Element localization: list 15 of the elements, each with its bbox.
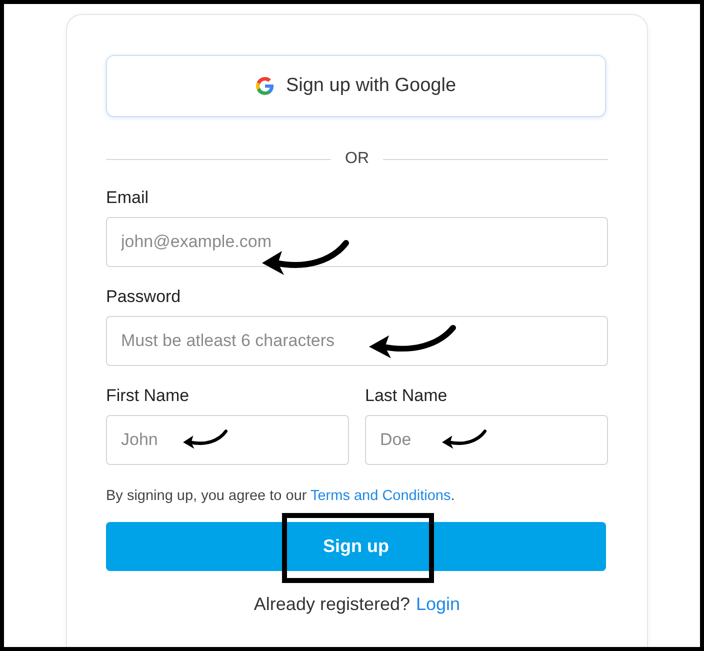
divider-label: OR <box>345 150 369 168</box>
terms-text: By signing up, you agree to our Terms and Conditions. <box>106 488 456 504</box>
input-field[interactable]: Must be atleast 6 characters <box>106 316 608 366</box>
field-label: First Name <box>106 386 190 406</box>
terms-link[interactable]: Terms and Conditions <box>310 488 451 504</box>
field-label: Email <box>106 188 150 208</box>
input-field[interactable]: Doe <box>365 415 608 465</box>
field-label: Password <box>106 287 182 307</box>
login-link[interactable]: Login <box>416 594 460 615</box>
google-signup-button[interactable]: Sign up with Google <box>106 55 606 117</box>
signup-button[interactable]: Sign up <box>106 522 606 571</box>
login-prompt: Already registered? <box>254 594 410 615</box>
input-field[interactable]: John <box>106 415 349 465</box>
google-logo-icon <box>256 77 274 95</box>
field-label: Last Name <box>365 386 448 406</box>
